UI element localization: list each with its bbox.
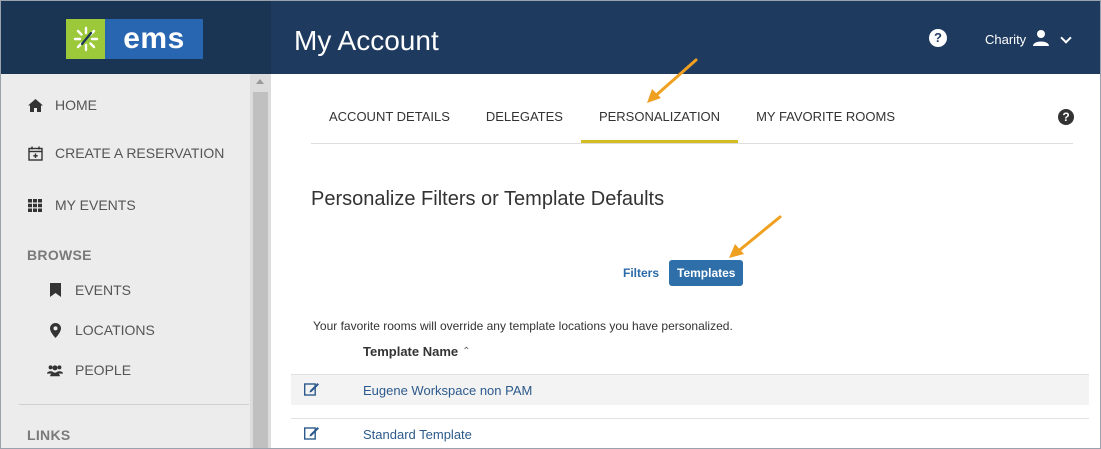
user-icon xyxy=(1032,29,1050,50)
sidebar-item-label: MY EVENTS xyxy=(55,197,136,213)
chevron-down-icon[interactable] xyxy=(1060,31,1072,44)
sidebar-item-label: CREATE A RESERVATION xyxy=(55,145,225,161)
question-circle-icon[interactable]: ? xyxy=(1058,109,1074,125)
sidebar-item-label: EVENTS xyxy=(75,282,132,298)
tab-label: PERSONALIZATION xyxy=(598,109,721,124)
tab-label: ACCOUNT DETAILS xyxy=(329,109,450,124)
calendar-plus-icon xyxy=(27,145,43,161)
edit-icon[interactable] xyxy=(303,382,320,396)
ems-logo[interactable]: ems xyxy=(66,19,203,59)
tabs-divider xyxy=(311,143,1073,144)
templates-toggle-button[interactable]: Templates xyxy=(669,260,744,286)
sidebar-divider xyxy=(19,404,249,405)
logo-area: ems xyxy=(1,1,271,74)
logo-text: ems xyxy=(105,19,203,59)
tab-account-details[interactable]: ACCOUNT DETAILS xyxy=(311,106,468,144)
user-menu[interactable]: Charity xyxy=(985,29,1072,50)
filters-templates-toggle: Filters Templates xyxy=(623,260,744,286)
table-row: Standard Template xyxy=(291,418,1089,448)
filters-toggle-button[interactable]: Filters xyxy=(623,266,659,280)
account-tabs: ACCOUNT DETAILS DELEGATES PERSONALIZATIO… xyxy=(311,106,913,144)
sidebar-item-my-events[interactable]: MY EVENTS xyxy=(27,197,136,213)
sidebar-scrollbar[interactable] xyxy=(250,74,271,448)
tab-my-favorite-rooms[interactable]: MY FAVORITE ROOMS xyxy=(738,106,913,144)
template-name-column-header[interactable]: Template Name ⌃ xyxy=(363,344,471,359)
tab-label: DELEGATES xyxy=(485,109,563,124)
scrollbar-thumb[interactable] xyxy=(253,92,268,448)
sidebar-item-people[interactable]: PEOPLE xyxy=(47,362,131,378)
table-row: Eugene Workspace non PAM xyxy=(291,374,1089,405)
logo-mark-icon xyxy=(66,19,105,59)
map-marker-icon xyxy=(47,322,63,338)
page-title: My Account xyxy=(294,25,439,56)
scroll-up-icon[interactable] xyxy=(256,79,264,84)
sidebar-item-locations[interactable]: LOCATIONS xyxy=(47,322,155,338)
sidebar-item-label: LOCATIONS xyxy=(75,322,155,338)
template-link[interactable]: Eugene Workspace non PAM xyxy=(363,383,532,398)
sidebar-item-create-reservation[interactable]: CREATE A RESERVATION xyxy=(27,145,224,161)
tab-personalization[interactable]: PERSONALIZATION xyxy=(580,106,739,144)
tab-delegates[interactable]: DELEGATES xyxy=(468,106,581,144)
top-bar: ems My Account ? Charity xyxy=(1,1,1100,74)
tab-label: MY FAVORITE ROOMS xyxy=(756,109,895,124)
grid-icon xyxy=(27,197,43,213)
user-name: Charity xyxy=(985,31,1027,47)
main-content: ACCOUNT DETAILS DELEGATES PERSONALIZATIO… xyxy=(271,74,1100,448)
column-header-label: Template Name xyxy=(363,344,459,359)
sidebar-item-label: PEOPLE xyxy=(75,362,132,378)
edit-icon[interactable] xyxy=(303,426,320,440)
template-link[interactable]: Standard Template xyxy=(363,427,472,442)
browse-section-label: BROWSE xyxy=(27,247,92,263)
links-section-label: LINKS xyxy=(27,427,71,443)
section-title: Personalize Filters or Template Defaults xyxy=(311,188,665,210)
sidebar-item-home[interactable]: HOME xyxy=(27,97,97,113)
bookmark-icon xyxy=(47,282,63,298)
sidebar-item-events[interactable]: EVENTS xyxy=(47,282,131,298)
home-icon xyxy=(27,97,43,113)
question-circle-icon[interactable]: ? xyxy=(929,29,947,47)
app-window: ems My Account ? Charity HOME CREATE A R… xyxy=(0,0,1101,449)
users-icon xyxy=(47,362,63,378)
favorite-rooms-notice: Your favorite rooms will override any te… xyxy=(313,319,733,333)
sidebar-item-label: HOME xyxy=(55,97,97,113)
caret-up-icon: ⌃ xyxy=(462,346,471,357)
